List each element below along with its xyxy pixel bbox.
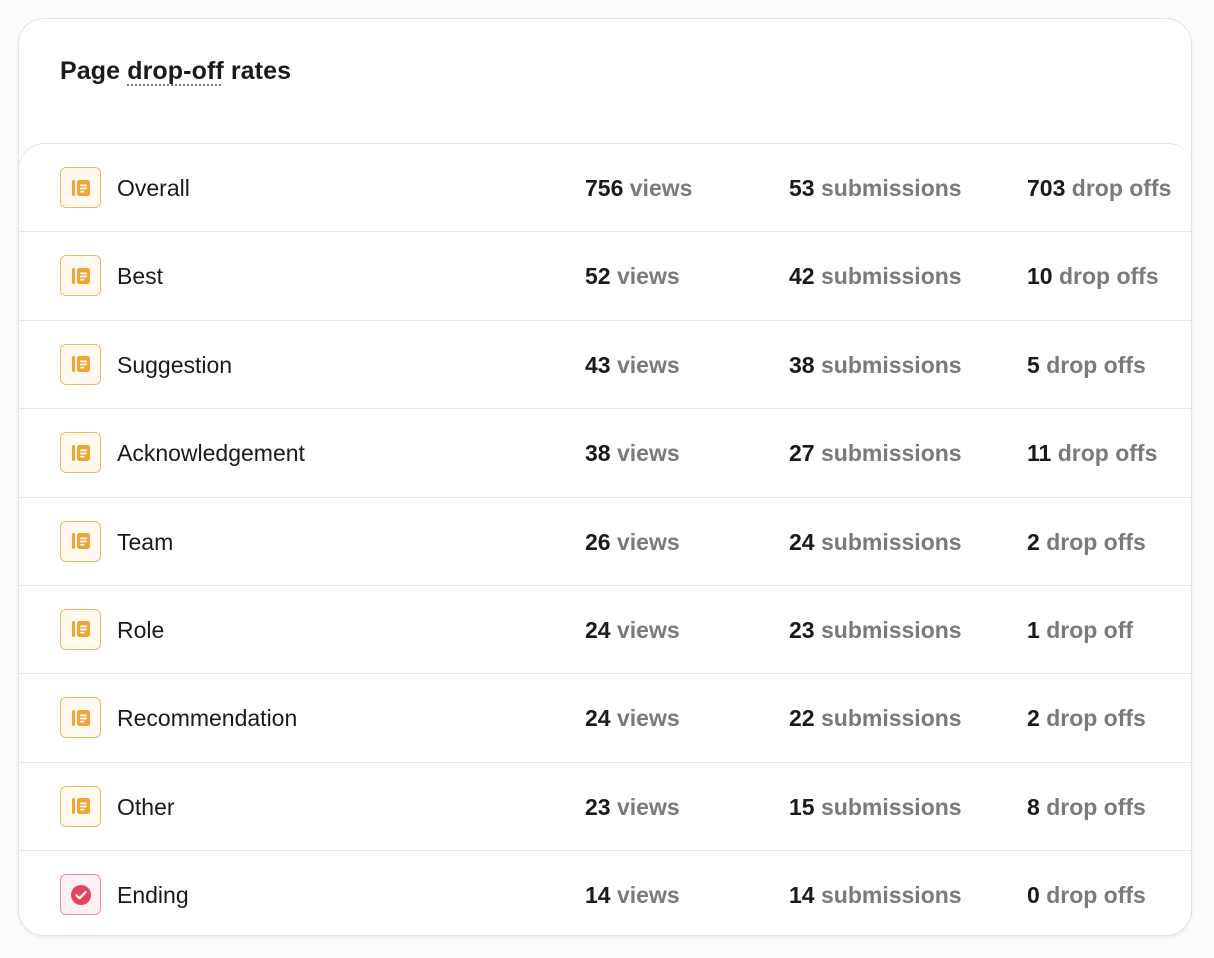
- views-stat: 43 views: [585, 351, 680, 378]
- page-name: Suggestion: [117, 351, 233, 378]
- page-list: Overall 756 views 53 submissions 703 dro…: [19, 143, 1191, 935]
- page-row-overall[interactable]: Overall 756 views 53 submissions 703 dro…: [19, 144, 1191, 233]
- page-row-ending[interactable]: Ending 14 views 14 submissions 0 drop of…: [19, 851, 1191, 935]
- page-form-icon: [60, 520, 101, 562]
- page-form-icon: [60, 785, 101, 827]
- submissions-stat: 53 submissions: [789, 175, 962, 201]
- views-stat: 26 views: [585, 528, 680, 555]
- drop-offs-stat: 2 drop offs: [1027, 705, 1146, 732]
- page-row-role[interactable]: Role 24 views 23 submissions 1 drop off: [19, 586, 1191, 675]
- submissions-stat: 38 submissions: [789, 351, 962, 378]
- drop-offs-stat: 0 drop offs: [1027, 882, 1146, 909]
- views-stat: 52 views: [585, 263, 680, 290]
- page-name: Acknowledgement: [117, 440, 305, 467]
- submissions-stat: 22 submissions: [789, 705, 962, 732]
- page-row-recommendation[interactable]: Recommendation 24 views 22 submissions 2…: [19, 674, 1191, 763]
- submissions-stat: 42 submissions: [789, 263, 962, 290]
- page-name: Overall: [117, 175, 190, 201]
- drop-offs-stat: 703 drop offs: [1027, 175, 1172, 201]
- views-stat: 38 views: [585, 440, 680, 467]
- drop-offs-stat: 2 drop offs: [1027, 528, 1146, 555]
- page-name: Team: [117, 528, 174, 555]
- page-name: Role: [117, 616, 165, 643]
- page-row-other[interactable]: Other 23 views 15 submissions 8 drop off…: [19, 763, 1191, 852]
- page-name: Best: [117, 263, 164, 290]
- page-form-icon: [60, 432, 101, 474]
- drop-offs-stat: 11 drop offs: [1027, 440, 1158, 467]
- submissions-stat: 24 submissions: [789, 528, 962, 555]
- submissions-stat: 14 submissions: [789, 882, 962, 909]
- views-stat: 24 views: [585, 705, 680, 732]
- views-stat: 14 views: [585, 882, 680, 909]
- card-title-prefix: Page: [60, 57, 128, 85]
- submissions-stat: 27 submissions: [789, 440, 962, 467]
- drop-offs-stat: 10 drop offs: [1027, 263, 1159, 290]
- page-form-icon: [60, 343, 101, 385]
- page-form-icon: [60, 608, 101, 650]
- drop-offs-stat: 1 drop off: [1027, 616, 1134, 643]
- card-title: Page drop-off rates: [60, 57, 291, 86]
- submissions-stat: 23 submissions: [789, 616, 962, 643]
- page-name: Recommendation: [117, 705, 298, 732]
- page-row-suggestion[interactable]: Suggestion 43 views 38 submissions 5 dro…: [19, 321, 1191, 410]
- page-form-icon: [60, 697, 101, 739]
- drop-off-term-tooltip[interactable]: drop-off: [127, 57, 224, 85]
- drop-off-card: Page drop-off rates Overall 756 views 53…: [18, 18, 1192, 936]
- page-row-acknowledgement[interactable]: Acknowledgement 38 views 27 submissions …: [19, 409, 1191, 498]
- page-name: Ending: [117, 882, 189, 909]
- views-stat: 23 views: [585, 793, 680, 820]
- submissions-stat: 15 submissions: [789, 793, 962, 820]
- page-row-best[interactable]: Best 52 views 42 submissions 10 drop off…: [19, 232, 1191, 321]
- views-stat: 756 views: [585, 175, 693, 201]
- views-stat: 24 views: [585, 616, 680, 643]
- drop-offs-stat: 5 drop offs: [1027, 351, 1146, 378]
- page-name: Other: [117, 793, 175, 820]
- page-row-team[interactable]: Team 26 views 24 submissions 2 drop offs: [19, 498, 1191, 586]
- drop-offs-stat: 8 drop offs: [1027, 793, 1146, 820]
- page-form-icon: [60, 167, 101, 208]
- page-form-icon: [60, 255, 101, 297]
- card-title-suffix: rates: [223, 57, 292, 85]
- check-circle-icon: [60, 874, 101, 916]
